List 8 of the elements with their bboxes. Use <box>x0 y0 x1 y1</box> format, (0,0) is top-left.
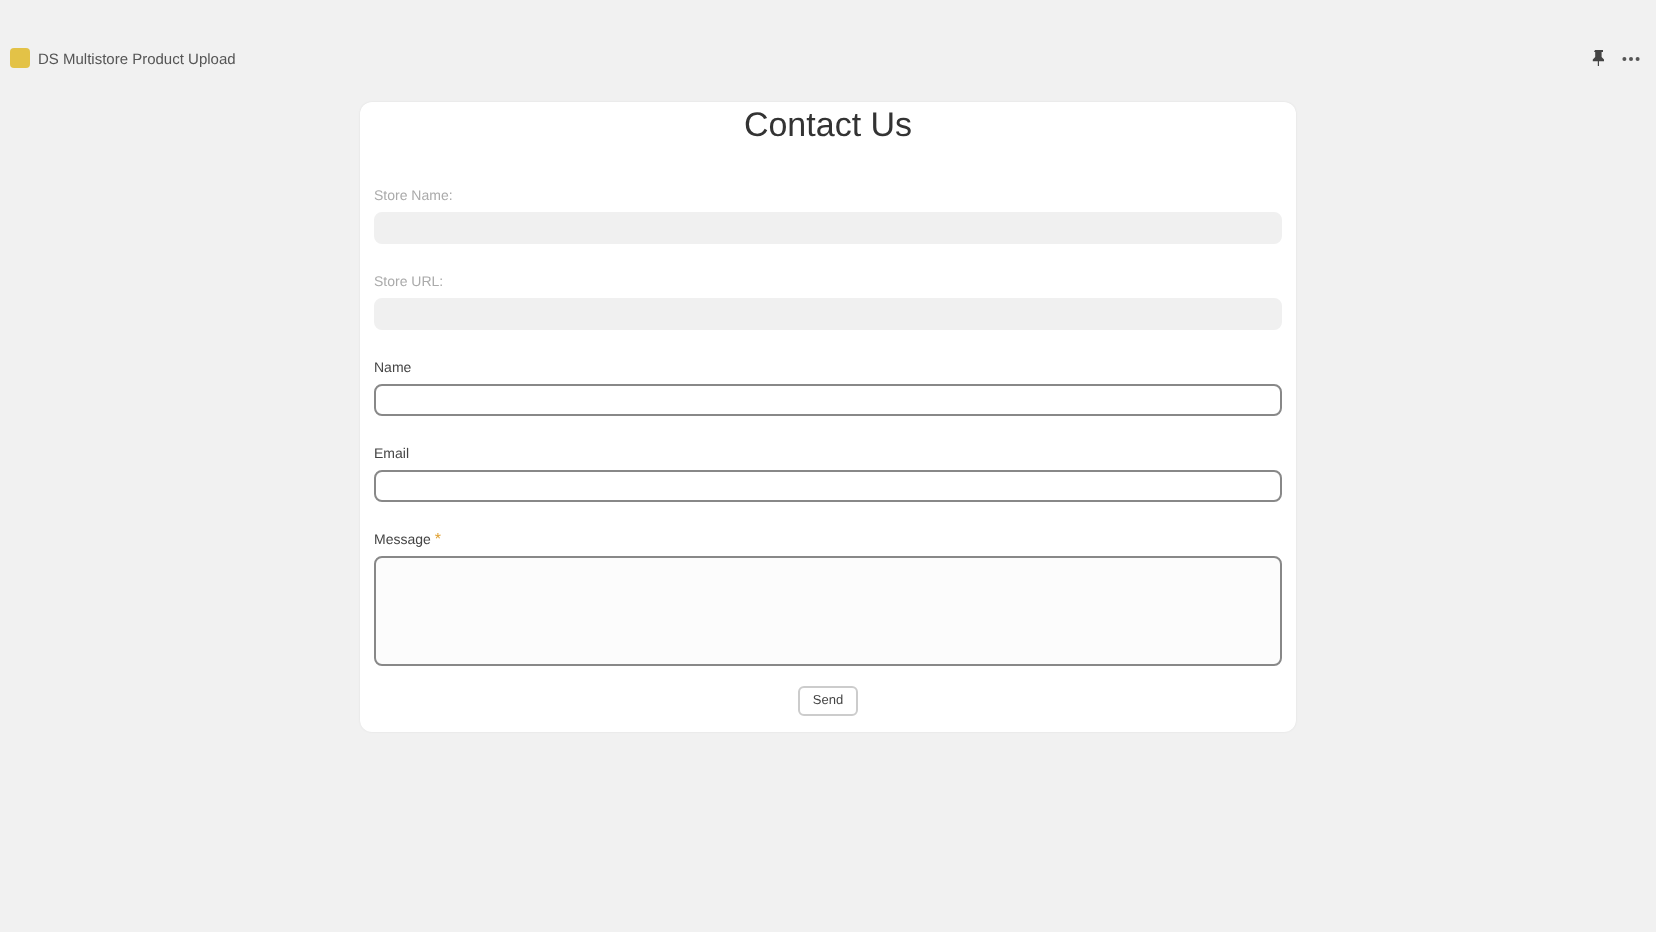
pin-icon[interactable] <box>1592 50 1606 66</box>
input-field[interactable] <box>374 470 1282 502</box>
input-field[interactable] <box>374 384 1282 416</box>
required-mark: * <box>434 530 442 548</box>
message-field[interactable] <box>374 556 1282 666</box>
app-logo-icon <box>10 48 30 68</box>
more-icon[interactable] <box>1622 55 1640 61</box>
form-title: Contact Us <box>741 106 915 146</box>
